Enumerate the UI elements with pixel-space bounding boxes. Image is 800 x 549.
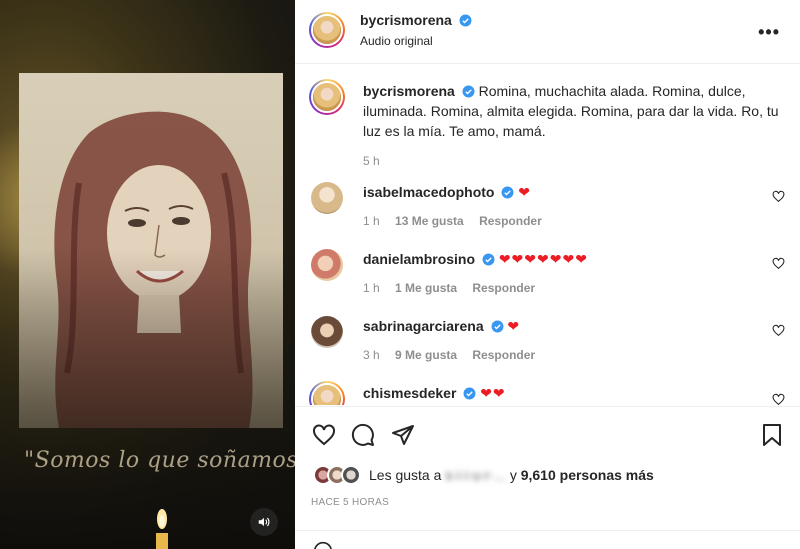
verified-icon (463, 387, 476, 400)
author-username[interactable]: bycrismorena (360, 12, 452, 28)
comment-likes[interactable]: 9 Me gusta (395, 348, 457, 362)
liker-username[interactable]: s·i·i·u·r·... (445, 467, 506, 483)
commenter-username[interactable]: chismesdeker (363, 385, 456, 401)
comments-list: bycrismorena Romina, muchachita alada. R… (295, 65, 800, 405)
reply-button[interactable]: Responder (472, 348, 535, 362)
comment-likes[interactable]: 1 Me gusta (395, 281, 457, 295)
media-shade (0, 249, 295, 549)
commenter-username[interactable]: sabrinagarciarena (363, 318, 484, 334)
audio-link[interactable]: Audio original (360, 34, 433, 48)
comment-time[interactable]: 1 h (363, 281, 380, 295)
emoji-icon[interactable] (313, 541, 333, 549)
caption-avatar[interactable] (309, 79, 345, 115)
action-bar: Les gusta a s·i·i·u·r·... y 9,610 person… (295, 406, 800, 526)
commenter-avatar[interactable] (311, 182, 343, 214)
comment-text: ❤ (518, 184, 531, 200)
post-header: bycrismorena Audio original ••• (295, 0, 800, 64)
comment-icon[interactable] (351, 423, 375, 447)
add-comment-bar[interactable] (295, 530, 800, 549)
save-icon[interactable] (761, 423, 783, 447)
caption-time[interactable]: 5 h (363, 151, 783, 171)
comment-time[interactable]: 1 h (363, 214, 380, 228)
comment-text: ❤ (507, 318, 521, 334)
like-comment-icon[interactable] (772, 324, 785, 337)
likes-prefix: Les gusta a (369, 467, 442, 483)
commenter-avatar[interactable] (311, 249, 343, 281)
like-icon[interactable] (311, 423, 337, 447)
commenter-username[interactable]: isabelmacedophoto (363, 184, 494, 200)
commenter-username[interactable]: danielambrosino (363, 251, 475, 267)
like-comment-icon[interactable] (772, 257, 785, 270)
liker-avatar (341, 465, 361, 485)
post-panel: bycrismorena Audio original ••• bycrismo… (295, 0, 800, 549)
like-comment-icon[interactable] (772, 393, 785, 405)
comment-text: ❤❤❤❤❤❤❤ (498, 251, 588, 267)
comment-text: ❤❤ (480, 385, 506, 401)
author-avatar[interactable] (309, 12, 345, 48)
likes-summary[interactable]: Les gusta a s·i·i·u·r·... y 9,610 person… (313, 465, 654, 485)
speaker-icon (258, 517, 270, 527)
comment-time[interactable]: 3 h (363, 348, 380, 362)
comment-likes[interactable]: 13 Me gusta (395, 214, 464, 228)
reply-button[interactable]: Responder (479, 214, 542, 228)
post-media[interactable]: "Somos lo que soñamos" (0, 0, 295, 549)
verified-icon (482, 253, 495, 266)
reply-button[interactable]: Responder (472, 281, 535, 295)
mute-button[interactable] (250, 508, 278, 536)
likes-connector: y (509, 467, 517, 483)
likes-count[interactable]: 9,610 personas más (521, 467, 654, 483)
share-icon[interactable] (391, 423, 415, 447)
verified-icon (459, 14, 472, 27)
caption-username[interactable]: bycrismorena (363, 83, 455, 99)
candle-icon (156, 509, 168, 549)
post-timestamp[interactable]: HACE 5 HORAS (311, 497, 389, 508)
like-comment-icon[interactable] (772, 190, 785, 203)
commenter-avatar[interactable] (309, 381, 345, 405)
verified-icon (462, 85, 475, 98)
commenter-avatar[interactable] (311, 316, 343, 348)
more-options-icon[interactable]: ••• (758, 22, 780, 43)
verified-icon (491, 320, 503, 333)
overlay-text: "Somos lo que soñamos" (24, 448, 295, 473)
verified-icon (501, 186, 514, 199)
